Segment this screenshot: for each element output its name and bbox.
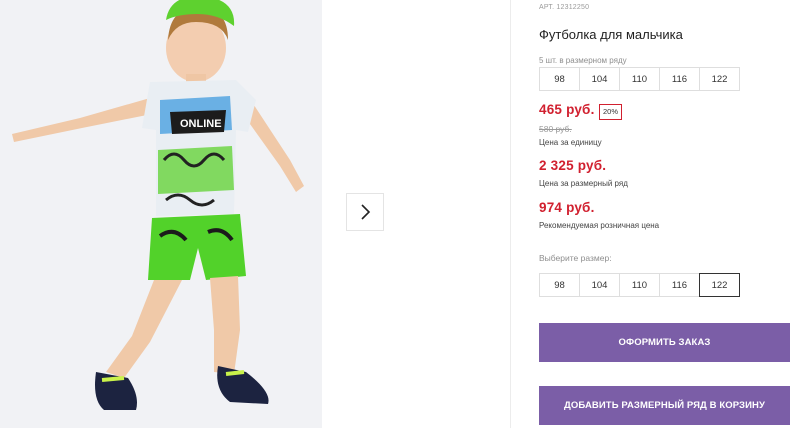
discount-badge: 20% xyxy=(599,104,623,120)
product-photo-illustration: ONLINE xyxy=(0,0,322,428)
unit-price-label: Цена за единицу xyxy=(539,138,602,147)
retail-price-label: Рекомендуемая розничная цена xyxy=(539,221,660,230)
row-price-label: Цена за размерный ряд xyxy=(539,179,628,188)
old-price: 580 руб. xyxy=(539,124,572,134)
product-details: АРТ. 12312250 Футболка для мальчика 5 шт… xyxy=(539,0,800,428)
product-title: Футболка для мальчика xyxy=(539,27,683,42)
size-row-cell: 104 xyxy=(579,67,620,91)
size-option-110[interactable]: 110 xyxy=(619,273,660,297)
chevron-right-icon xyxy=(361,204,371,220)
add-size-row-to-cart-button[interactable]: ДОБАВИТЬ РАЗМЕРНЫЙ РЯД В КОРЗИНУ xyxy=(539,386,790,425)
size-option-104[interactable]: 104 xyxy=(579,273,620,297)
size-picker-label: Выберите размер: xyxy=(539,253,612,263)
size-option-116[interactable]: 116 xyxy=(659,273,700,297)
size-option-122[interactable]: 122 xyxy=(699,273,740,297)
size-row-note: 5 шт. в размерном ряду xyxy=(539,56,627,65)
product-image[interactable]: ONLINE xyxy=(0,0,322,428)
size-row: 98 104 110 116 122 xyxy=(539,67,740,91)
size-row-cell: 116 xyxy=(659,67,700,91)
size-picker: 98 104 110 116 122 xyxy=(539,273,740,297)
size-row-cell: 110 xyxy=(619,67,660,91)
size-option-98[interactable]: 98 xyxy=(539,273,580,297)
place-order-button[interactable]: ОФОРМИТЬ ЗАКАЗ xyxy=(539,323,790,362)
size-row-cell: 98 xyxy=(539,67,580,91)
size-row-cell: 122 xyxy=(699,67,740,91)
row-price: 2 325 руб. xyxy=(539,158,607,173)
gallery-next-button[interactable] xyxy=(346,193,384,231)
retail-price: 974 руб. xyxy=(539,200,595,215)
unit-price: 465 руб. xyxy=(539,102,595,117)
panel-divider xyxy=(510,0,511,428)
shirt-print-text: ONLINE xyxy=(180,118,222,130)
article-number: АРТ. 12312250 xyxy=(539,4,590,11)
